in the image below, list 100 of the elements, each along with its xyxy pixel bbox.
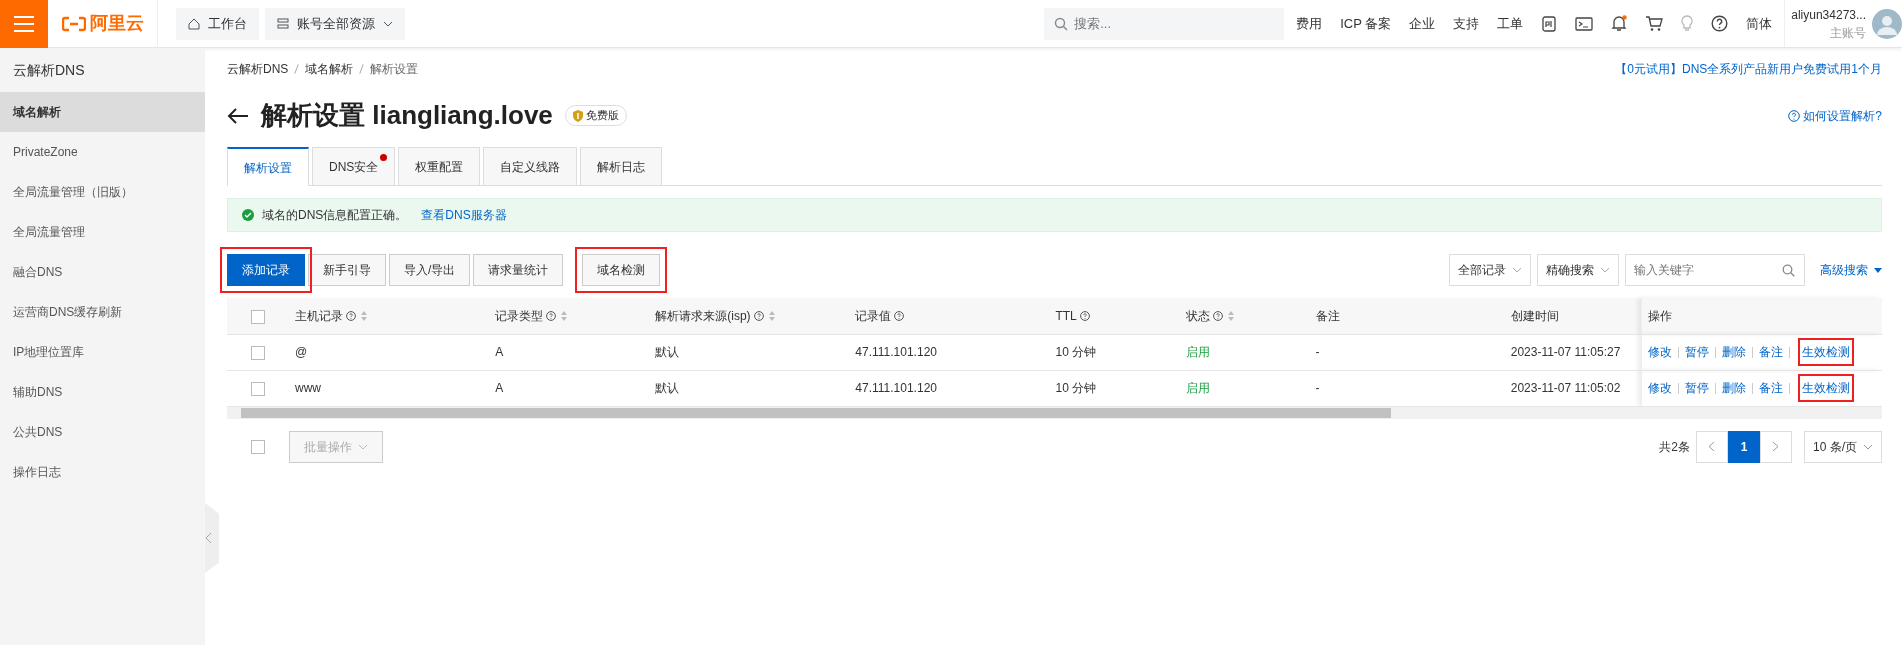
bell-icon[interactable] [1611, 15, 1628, 32]
workbench-button[interactable]: 工作台 [176, 7, 259, 40]
total-count: 共2条 [1659, 438, 1690, 456]
column-header[interactable]: 主机记录 [295, 306, 370, 325]
toolbar-button[interactable]: 请求量统计 [473, 254, 564, 286]
back-arrow-icon[interactable] [227, 106, 249, 125]
toolbar-button[interactable]: 域名检测 [582, 254, 661, 286]
chevron-icon [1708, 441, 1716, 452]
page-size-dropdown[interactable]: 10 条/页 [1804, 430, 1882, 463]
tab[interactable]: DNS安全 [312, 147, 396, 185]
search-field[interactable]: 搜索... [1044, 7, 1285, 40]
column-header[interactable]: 创建时间 [1510, 306, 1559, 325]
action-link[interactable]: 生效检测 [1802, 343, 1851, 361]
action-link[interactable]: 备注 [1759, 381, 1784, 395]
help-link[interactable]: 如何设置解析? [1788, 106, 1882, 125]
filter-dropdown[interactable]: 全部记录 [1449, 254, 1531, 286]
action-link[interactable]: 备注 [1759, 345, 1784, 359]
breadcrumb-link[interactable]: 域名解析 [305, 60, 354, 78]
resources-dropdown[interactable]: 账号全部资源 [265, 7, 405, 40]
search-mode-dropdown[interactable]: 精确搜索 [1537, 254, 1619, 286]
cart-icon[interactable] [1645, 15, 1664, 32]
toolbar-button[interactable]: 新手引导 [308, 254, 386, 286]
tab[interactable]: 解析日志 [580, 147, 663, 185]
account-type: 主账号 [1829, 24, 1866, 42]
menu-button[interactable] [0, 0, 48, 48]
promo-link[interactable]: 【0元试用】DNS全系列产品新用户免费试用1个月 [1615, 60, 1882, 78]
sidebar-item[interactable]: PrivateZone [0, 132, 205, 172]
nav-link[interactable]: 支持 [1453, 13, 1480, 34]
caret-icon [358, 443, 368, 450]
sidebar-item[interactable]: 全局流量管理 [0, 212, 205, 252]
tab[interactable]: 自定义线路 [483, 147, 578, 185]
table-cell: 10 分钟 [1055, 381, 1097, 395]
table-cell: 默认 [655, 381, 680, 395]
chevron-icon [1772, 441, 1780, 452]
api-icon[interactable] [1541, 15, 1558, 32]
keyword-field[interactable]: 输入关键字 [1625, 254, 1805, 286]
tab[interactable]: 解析设置 [227, 147, 309, 186]
chevron-icon [205, 532, 213, 544]
table-cell: 10 分钟 [1055, 345, 1097, 359]
table-cell: 47.111.101.120 [855, 345, 937, 359]
nav-link[interactable]: 工单 [1497, 13, 1524, 34]
terminal-icon[interactable] [1575, 16, 1594, 31]
toolbar-button[interactable]: 添加记录 [227, 254, 305, 286]
alert-link[interactable]: 查看DNS服务器 [421, 206, 507, 224]
column-header[interactable]: 备注 [1315, 306, 1340, 325]
lightbulb-icon[interactable] [1681, 15, 1694, 32]
user-name[interactable]: aliyun34273... [1791, 5, 1866, 24]
page-button[interactable]: 1 [1728, 430, 1760, 463]
toolbar-button[interactable]: 导入/导出 [389, 254, 471, 286]
column-header[interactable]: TTL [1055, 306, 1090, 325]
advanced-search-link[interactable]: 高级搜索 [1820, 261, 1882, 279]
sidebar-item[interactable]: IP地理位置库 [0, 332, 205, 372]
scrollbar-thumb[interactable] [241, 407, 1391, 418]
checkbox[interactable] [251, 345, 265, 360]
action-link[interactable]: 生效检测 [1802, 379, 1851, 397]
checkbox[interactable] [251, 309, 265, 324]
table-cell: A [495, 381, 504, 395]
caret-icon [1874, 267, 1882, 273]
table-cell: @ [295, 345, 308, 359]
help-icon[interactable] [1711, 15, 1729, 32]
table-cell: 启用 [1185, 381, 1210, 395]
search-icon [1054, 16, 1069, 31]
breadcrumb-link[interactable]: 解析设置 [370, 60, 419, 78]
check-circle-icon [242, 209, 254, 221]
checkbox[interactable] [251, 439, 265, 454]
breadcrumb-link[interactable]: 云解析DNS [227, 60, 289, 78]
action-link[interactable]: 删除 [1722, 345, 1747, 359]
search-icon [1782, 264, 1795, 277]
sidebar-item[interactable]: 辅助DNS [0, 372, 205, 412]
action-link[interactable]: 暂停 [1685, 345, 1710, 359]
language-link[interactable]: 简体 [1746, 13, 1773, 34]
logo-icon [62, 15, 86, 32]
page-title: 解析设置 liangliang.love [261, 99, 553, 132]
sidebar-item[interactable]: 全局流量管理（旧版） [0, 172, 205, 212]
avatar-icon[interactable] [1872, 8, 1902, 39]
nav-link[interactable]: ICP 备案 [1340, 13, 1392, 34]
action-link[interactable]: 修改 [1648, 381, 1673, 395]
caret-icon [383, 20, 393, 27]
action-link[interactable]: 修改 [1648, 345, 1673, 359]
nav-link[interactable]: 费用 [1296, 13, 1323, 34]
tab[interactable]: 权重配置 [398, 147, 481, 185]
sidebar-item[interactable]: 运营商DNS缓存刷新 [0, 292, 205, 332]
table-cell: 启用 [1185, 345, 1210, 359]
sidebar-item[interactable]: 融合DNS [0, 252, 205, 292]
sidebar-item[interactable]: 公共DNS [0, 412, 205, 452]
table-cell: 47.111.101.120 [855, 381, 937, 395]
next-page-button[interactable] [1760, 430, 1792, 463]
sidebar-item[interactable]: 域名解析 [0, 92, 205, 132]
action-link[interactable]: 暂停 [1685, 381, 1710, 395]
table-cell: 默认 [655, 345, 680, 359]
table-cell: - [1315, 381, 1320, 395]
checkbox[interactable] [251, 381, 265, 396]
column-header[interactable]: 操作 [1648, 306, 1673, 325]
column-header[interactable]: 记录值 [855, 306, 905, 325]
sidebar-item[interactable]: 操作日志 [0, 452, 205, 492]
table-cell: - [1315, 345, 1320, 359]
table-cell: 2023-11-07 11:05:02 [1510, 381, 1621, 395]
nav-link[interactable]: 企业 [1409, 13, 1436, 34]
previous-page-button[interactable] [1696, 430, 1728, 463]
action-link[interactable]: 删除 [1722, 381, 1747, 395]
